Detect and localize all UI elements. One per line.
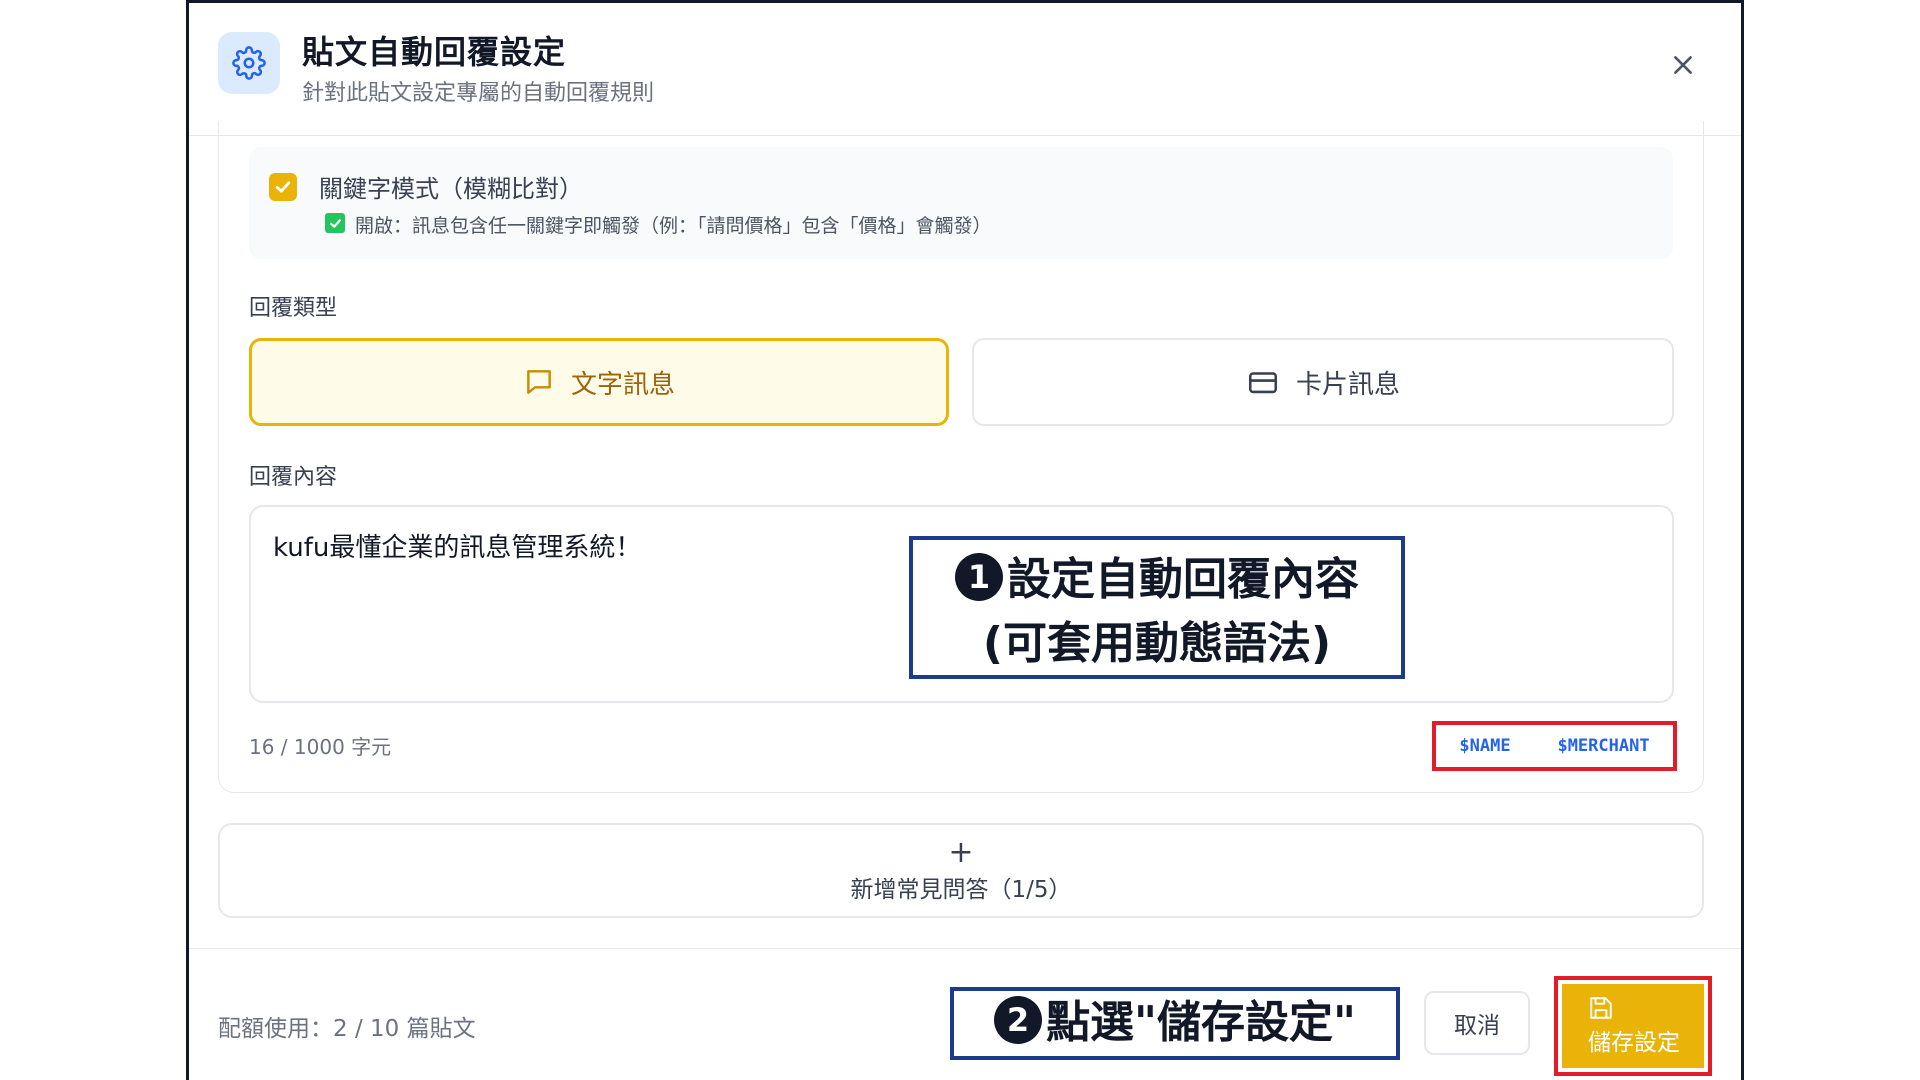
- close-icon: [1674, 56, 1692, 74]
- char-count: 16 / 1000 字元: [249, 735, 392, 759]
- step-1-line-2: (可套用動態語法): [982, 618, 1332, 669]
- check-mark-emoji-icon: [325, 213, 345, 233]
- modal-subtitle: 針對此貼文設定專屬的自動回覆規則: [302, 81, 655, 106]
- keyword-mode-hint: 開啟：訊息包含任一關鍵字即觸發（例：「請問價格」包含「價格」會觸發）: [355, 215, 992, 237]
- modal-title: 貼文自動回覆設定: [302, 33, 567, 71]
- save-button-label: 儲存設定: [1588, 1030, 1680, 1056]
- keyword-mode-section: 關鍵字模式（模糊比對） 開啟：訊息包含任一關鍵字即觸發（例：「請問價格」包含「價…: [249, 147, 1673, 259]
- plus-icon: +: [948, 834, 974, 870]
- step-2-text: 點選"儲存設定": [1046, 997, 1356, 1048]
- dynamic-variables-highlight: $NAME $MERCHANT: [1432, 721, 1677, 771]
- close-button[interactable]: [1665, 47, 1701, 83]
- save-button-highlight: 儲存設定: [1554, 976, 1712, 1076]
- quota-usage: 配額使用：2 / 10 篇貼文: [218, 1016, 476, 1042]
- chat-bubble-icon: [527, 370, 551, 394]
- annotation-step-2: 2 點選"儲存設定": [950, 987, 1400, 1060]
- variable-name-tag[interactable]: $NAME: [1459, 736, 1510, 756]
- add-faq-label: 新增常見問答（1/5）: [850, 876, 1072, 903]
- step-1-line-1: 設定自動回覆內容: [1007, 554, 1359, 605]
- annotation-step-1: 1 設定自動回覆內容 (可套用動態語法): [909, 536, 1405, 679]
- reply-type-text-button[interactable]: 文字訊息: [249, 338, 949, 426]
- reply-type-label: 回覆類型: [249, 296, 338, 321]
- reply-content-label: 回覆內容: [249, 465, 338, 490]
- keyword-mode-label: 關鍵字模式（模糊比對）: [319, 175, 583, 203]
- step-2-number: 2: [994, 996, 1043, 1044]
- settings-gear-icon: [218, 32, 280, 94]
- reply-type-card-button[interactable]: 卡片訊息: [972, 338, 1674, 426]
- save-button[interactable]: 儲存設定: [1562, 984, 1704, 1068]
- cancel-button[interactable]: 取消: [1424, 991, 1530, 1055]
- reply-type-text-label: 文字訊息: [570, 369, 675, 400]
- modal-header: 貼文自動回覆設定 針對此貼文設定專屬的自動回覆規則: [189, 3, 1741, 136]
- step-1-number: 1: [955, 553, 1003, 601]
- keyword-mode-checkbox[interactable]: [269, 173, 297, 201]
- variable-merchant-tag[interactable]: $MERCHANT: [1557, 736, 1649, 756]
- checkmark-icon: [275, 181, 291, 193]
- floppy-disk-icon: [1590, 997, 1612, 1019]
- add-faq-button[interactable]: + 新增常見問答（1/5）: [218, 823, 1704, 918]
- reply-type-card-label: 卡片訊息: [1295, 369, 1400, 400]
- card-icon: [1248, 372, 1278, 394]
